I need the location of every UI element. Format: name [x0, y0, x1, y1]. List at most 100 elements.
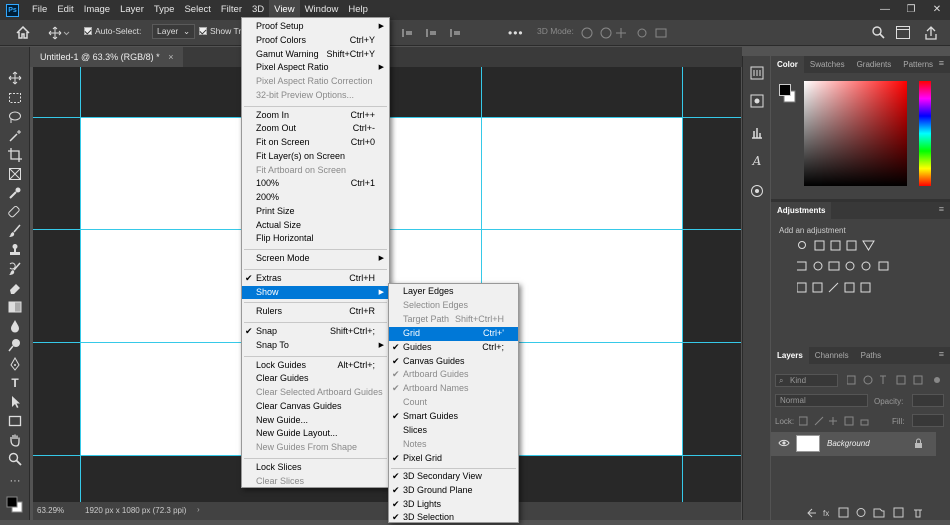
foreground-background-color-icon[interactable]: [6, 494, 24, 514]
pen-tool-icon[interactable]: [8, 357, 22, 371]
menu-file[interactable]: File: [27, 0, 52, 20]
menu-item-artboard-guides[interactable]: ✔ Artboard Guides: [389, 368, 518, 382]
menu-item-proof-colors[interactable]: Proof Colors Ctrl+Y: [242, 34, 389, 48]
fill-field[interactable]: [912, 414, 944, 427]
menu-item-guides[interactable]: ✔ Guides Ctrl+;: [389, 341, 518, 355]
menu-item-clear-slices[interactable]: Clear Slices: [242, 475, 389, 489]
menu-item-fit-layer-s-on-screen[interactable]: Fit Layer(s) on Screen: [242, 150, 389, 164]
menu-layer[interactable]: Layer: [115, 0, 149, 20]
menu-item-canvas-guides[interactable]: ✔ Canvas Guides: [389, 355, 518, 369]
menu-item-smart-guides[interactable]: ✔ Smart Guides: [389, 410, 518, 424]
menu-item-print-size[interactable]: Print Size: [242, 205, 389, 219]
character-panel-icon[interactable]: A: [750, 154, 764, 168]
type-tool-icon[interactable]: T: [8, 376, 22, 390]
layer-select[interactable]: Layer ⌄: [146, 24, 196, 39]
menu-item-200[interactable]: 200%: [242, 191, 389, 205]
healing-brush-tool-icon[interactable]: [8, 205, 22, 219]
menu-item-target-path[interactable]: Target Path Shift+Ctrl+H: [389, 313, 518, 327]
menu-item-lock-slices[interactable]: Lock Slices: [242, 461, 389, 475]
move-tool-preset-icon[interactable]: [48, 26, 70, 40]
fg-bg-swatches[interactable]: [779, 84, 797, 104]
rectangle-tool-icon[interactable]: [8, 414, 22, 428]
show-transform-checkbox[interactable]: Show Tra: [199, 26, 246, 36]
menu-item-clear-canvas-guides[interactable]: Clear Canvas Guides: [242, 400, 389, 414]
guide-vertical[interactable]: [80, 67, 81, 502]
tab-color[interactable]: Color: [771, 56, 804, 73]
dodge-tool-icon[interactable]: [8, 338, 22, 352]
3d-mode-icons[interactable]: [580, 26, 675, 40]
hand-tool-icon[interactable]: [8, 433, 22, 447]
menu-item-clear-selected-artboard-guides[interactable]: Clear Selected Artboard Guides: [242, 386, 389, 400]
menu-item-3d-lights[interactable]: ✔ 3D Lights: [389, 498, 518, 512]
menu-item-3d-ground-plane[interactable]: ✔ 3D Ground Plane: [389, 484, 518, 498]
close-tab-icon[interactable]: ×: [168, 52, 173, 62]
lock-icons[interactable]: [799, 416, 871, 426]
visibility-eye-icon[interactable]: [778, 438, 790, 448]
tab-gradients[interactable]: Gradients: [851, 56, 898, 73]
history-panel-icon[interactable]: [750, 66, 764, 80]
hue-slider[interactable]: [919, 81, 931, 186]
menu-item-actual-size[interactable]: Actual Size: [242, 219, 389, 233]
guide-vertical[interactable]: [682, 67, 683, 502]
home-icon[interactable]: [16, 26, 30, 39]
minimize-button[interactable]: —: [872, 0, 898, 20]
opacity-field[interactable]: [912, 394, 944, 407]
glyphs-panel-icon[interactable]: [750, 184, 764, 198]
menu-item-flip-horizontal[interactable]: Flip Horizontal: [242, 232, 389, 246]
tab-patterns[interactable]: Patterns: [897, 56, 939, 73]
eraser-tool-icon[interactable]: [8, 281, 22, 295]
close-window-button[interactable]: ✕: [924, 0, 950, 20]
menu-item-snap[interactable]: ✔ Snap Shift+Ctrl+;: [242, 325, 389, 339]
menu-item-pixel-aspect-ratio[interactable]: Pixel Aspect Ratio ▶: [242, 61, 389, 75]
document-tab[interactable]: Untitled-1 @ 63.3% (RGB/8) * ×: [30, 47, 184, 67]
menu-type[interactable]: Type: [149, 0, 180, 20]
color-field[interactable]: [804, 81, 907, 186]
menu-item-layer-edges[interactable]: Layer Edges: [389, 285, 518, 299]
brush-tool-icon[interactable]: [8, 224, 22, 238]
menu-item-clear-guides[interactable]: Clear Guides: [242, 372, 389, 386]
menu-select[interactable]: Select: [179, 0, 215, 20]
layer-row-background[interactable]: Background: [771, 432, 936, 456]
menu-item-32-bit-preview-options[interactable]: 32-bit Preview Options...: [242, 89, 389, 103]
libraries-panel-icon[interactable]: [750, 126, 764, 140]
menu-item-fit-on-screen[interactable]: Fit on Screen Ctrl+0: [242, 136, 389, 150]
menu-item-selection-edges[interactable]: Selection Edges: [389, 299, 518, 313]
menu-item-100[interactable]: 100% Ctrl+1: [242, 177, 389, 191]
auto-select-checkbox[interactable]: Auto-Select:: [84, 26, 141, 36]
layer-filter-kind[interactable]: ⌕ Kind: [775, 374, 838, 387]
menu-item-notes[interactable]: Notes: [389, 438, 518, 452]
menu-item-screen-mode[interactable]: Screen Mode ▶: [242, 252, 389, 266]
menu-item-grid[interactable]: Grid Ctrl+': [389, 326, 518, 341]
menu-item-pixel-grid[interactable]: ✔ Pixel Grid: [389, 452, 518, 466]
tab-paths[interactable]: Paths: [855, 347, 887, 364]
status-arrow-icon[interactable]: ›: [197, 505, 200, 514]
panel-menu-icon[interactable]: ≡: [939, 58, 944, 68]
gradient-tool-icon[interactable]: [8, 300, 22, 314]
frame-tool-icon[interactable]: [8, 167, 22, 181]
more-options-icon[interactable]: •••: [508, 26, 524, 40]
crop-tool-icon[interactable]: [8, 148, 22, 162]
align-icons[interactable]: [402, 28, 482, 38]
menu-item-count[interactable]: Count: [389, 396, 518, 410]
menu-item-zoom-in[interactable]: Zoom In Ctrl++: [242, 109, 389, 123]
lasso-tool-icon[interactable]: [8, 110, 22, 124]
menu-item-snap-to[interactable]: Snap To ▶: [242, 339, 389, 353]
menu-image[interactable]: Image: [79, 0, 115, 20]
menu-item-new-guides-from-shape[interactable]: New Guides From Shape: [242, 441, 389, 455]
menu-item-artboard-names[interactable]: ✔ Artboard Names: [389, 382, 518, 396]
restore-button[interactable]: ❐: [898, 0, 924, 20]
menu-item-pixel-aspect-ratio-correction[interactable]: Pixel Aspect Ratio Correction: [242, 75, 389, 89]
tab-layers[interactable]: Layers: [771, 347, 809, 364]
tab-swatches[interactable]: Swatches: [804, 56, 851, 73]
zoom-level[interactable]: 63.29%: [37, 506, 64, 515]
workspace-icon[interactable]: [896, 26, 910, 39]
menu-item-rulers[interactable]: Rulers Ctrl+R: [242, 305, 389, 319]
panel-menu-icon[interactable]: ≡: [939, 204, 944, 214]
move-tool-icon[interactable]: [8, 71, 22, 85]
menu-item-new-guide[interactable]: New Guide...: [242, 414, 389, 428]
menu-item-new-guide-layout[interactable]: New Guide Layout...: [242, 427, 389, 441]
tab-adjustments[interactable]: Adjustments: [771, 202, 832, 219]
history-brush-tool-icon[interactable]: [8, 262, 22, 276]
blur-tool-icon[interactable]: [8, 319, 22, 333]
marquee-tool-icon[interactable]: [8, 91, 22, 105]
